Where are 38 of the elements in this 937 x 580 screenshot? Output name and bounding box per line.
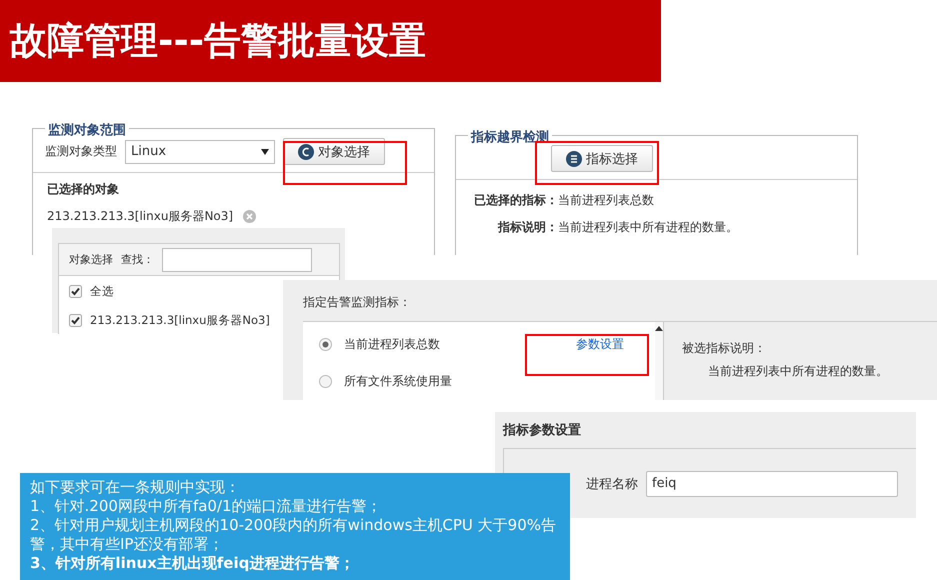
scroll-up-icon[interactable] <box>655 326 663 331</box>
field-label: 监测对象类型 <box>45 143 117 160</box>
selected-object: 213.213.213.3[linxu服务器No3] <box>47 208 234 225</box>
note-line: 如下要求可在一条规则中实现： <box>30 478 241 497</box>
caret-icon <box>261 148 269 154</box>
field-label: 进程名称 <box>585 476 638 492</box>
refresh-icon <box>298 144 314 160</box>
list-icon <box>566 150 582 166</box>
select-metrics-button[interactable]: 指标选择 <box>551 145 653 172</box>
field-label: 指标说明： <box>496 219 558 236</box>
search-label: 查找： <box>121 252 154 267</box>
picker-title: 对象选择 <box>69 252 113 267</box>
metric-option[interactable]: 当前进程列表总数 <box>344 336 564 353</box>
field-value: 当前进程列表中所有进程的数量。 <box>558 219 739 236</box>
object-option[interactable]: 全选 <box>90 284 114 299</box>
note-line: 2、针对用户规划主机网段的10-200段内的所有windows主机CPU 大于90%告警，其中有些IP还没有部署； <box>30 516 558 554</box>
parameter-settings-link[interactable]: 参数设置 <box>576 336 624 353</box>
field-value: 当前进程列表总数 <box>558 192 655 209</box>
field-label: 已选择的指标： <box>473 192 558 209</box>
note-line: 1、针对.200网段中所有fa0/1的端口流量进行告警； <box>30 497 383 516</box>
slide-title: 故障管理---告警批量设置 <box>0 0 661 82</box>
panel-heading: 指标参数设置 <box>502 422 582 440</box>
type-select[interactable]: Linux <box>125 140 275 164</box>
radio-button[interactable] <box>319 338 332 351</box>
note-line: 3、针对所有linux主机出现feiq进程进行告警； <box>30 554 356 573</box>
description-heading: 被选指标说明： <box>682 340 767 357</box>
metric-option[interactable]: 所有文件系统使用量 <box>344 373 564 390</box>
search-field[interactable] <box>162 248 312 272</box>
checkbox[interactable] <box>69 314 82 327</box>
radio-button[interactable] <box>319 375 332 388</box>
panel-heading: 指定告警监测指标： <box>302 294 412 311</box>
panel-legend: 监测对象范围 <box>45 121 129 139</box>
description-text: 当前进程列表中所有进程的数量。 <box>707 363 889 380</box>
process-name-field[interactable]: feiq <box>646 470 898 496</box>
select-objects-button[interactable]: 对象选择 <box>283 138 385 165</box>
checkbox[interactable] <box>69 285 82 298</box>
section-heading: 已选择的对象 <box>47 181 120 198</box>
object-option[interactable]: 213.213.213.3[linxu服务器No3] <box>90 313 270 328</box>
